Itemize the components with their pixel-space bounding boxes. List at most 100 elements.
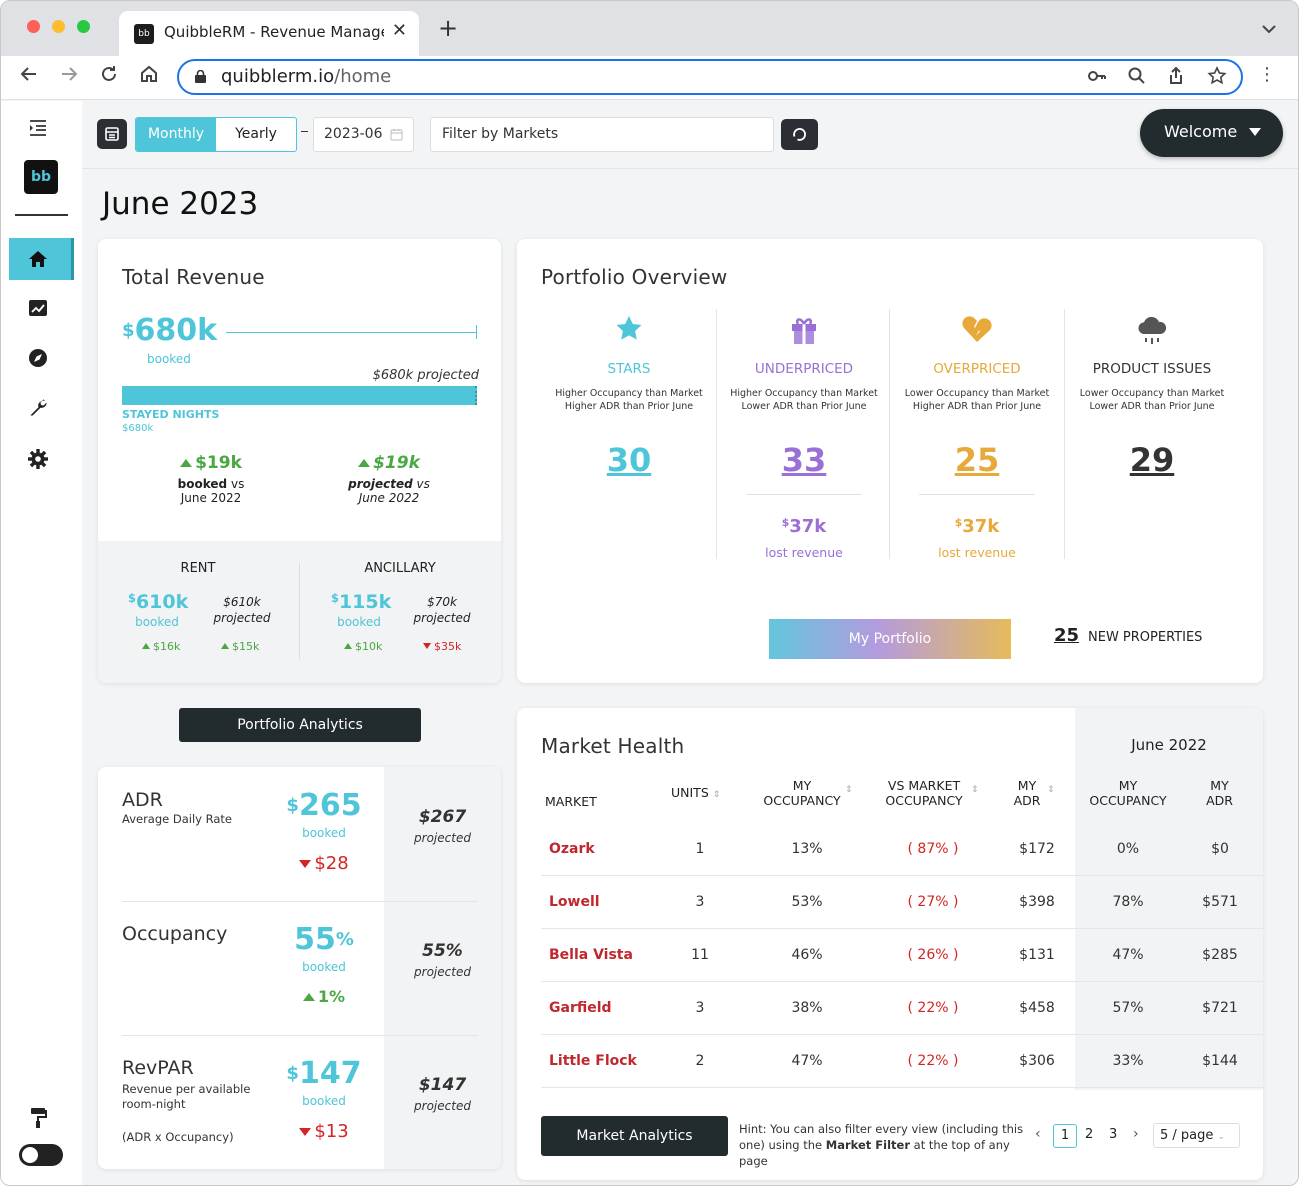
- reload-icon[interactable]: [99, 64, 119, 89]
- menu-collapse-icon[interactable]: [25, 115, 51, 141]
- col-market[interactable]: MARKET: [545, 794, 597, 809]
- close-window-button[interactable]: [27, 20, 40, 33]
- kpi-value: 55%: [294, 922, 354, 957]
- ancillary-label: ANCILLARY: [364, 561, 436, 576]
- maximize-window-button[interactable]: [77, 20, 90, 33]
- wrench-icon[interactable]: [25, 395, 51, 421]
- share-icon[interactable]: [1166, 66, 1186, 91]
- col-my-occupancy[interactable]: MY OCCUPANCY: [757, 778, 847, 808]
- cell-market[interactable]: Ozark: [549, 823, 595, 876]
- browser-menu-icon[interactable]: ⋮: [1258, 66, 1276, 84]
- refresh-button[interactable]: [781, 119, 818, 150]
- kpi-title: ADR: [122, 789, 163, 811]
- forward-icon[interactable]: [59, 64, 79, 89]
- kpi-booked-label: booked: [302, 960, 346, 974]
- cell-units: 2: [695, 1053, 705, 1069]
- segment-count[interactable]: 30: [542, 441, 716, 479]
- calendar-view-button[interactable]: [97, 119, 127, 149]
- vs-projected-block: $19k projected vs June 2022: [334, 453, 444, 505]
- rent-projected-value: $610k: [223, 595, 261, 609]
- welcome-dropdown[interactable]: Welcome: [1140, 109, 1283, 157]
- market-filter-hint: Hint: You can also filter every view (in…: [739, 1122, 1024, 1168]
- cell-units: 3: [695, 894, 705, 910]
- cell-adr: $306: [1019, 1053, 1055, 1069]
- dash-separator: [301, 131, 308, 132]
- page-3[interactable]: 3: [1109, 1127, 1117, 1142]
- kpi-projected-label: projected: [414, 965, 471, 979]
- new-properties-count[interactable]: 25: [1054, 625, 1079, 646]
- key-icon[interactable]: [1087, 66, 1107, 91]
- market-health-card: Market Health June 2022 MARKET UNITS ⇕ M…: [517, 708, 1263, 1180]
- segment-count[interactable]: 25: [890, 441, 1064, 479]
- page-1[interactable]: 1: [1053, 1124, 1077, 1148]
- col-prior-occupancy: MY OCCUPANCY: [1089, 778, 1167, 808]
- bookmark-star-icon[interactable]: [1207, 66, 1227, 91]
- refresh-icon: [793, 128, 806, 141]
- next-page-icon[interactable]: ›: [1133, 1126, 1139, 1142]
- col-my-adr[interactable]: MY ADR: [1007, 778, 1047, 808]
- home-nav-icon[interactable]: [25, 246, 51, 272]
- market-analytics-button[interactable]: Market Analytics: [541, 1116, 728, 1156]
- segment-count[interactable]: 29: [1065, 441, 1239, 479]
- portfolio-analytics-button[interactable]: Portfolio Analytics: [179, 708, 421, 742]
- my-portfolio-button[interactable]: My Portfolio: [769, 619, 1011, 659]
- segment-count[interactable]: 33: [717, 441, 891, 479]
- sort-icon[interactable]: ⇕: [845, 785, 853, 795]
- chart-line-icon[interactable]: [25, 295, 51, 321]
- revenue-breakdown: RENT $610k booked $610k projected $16k $…: [98, 541, 501, 683]
- segment-underpriced[interactable]: UNDERPRICED Higher Occupancy than Market L…: [717, 309, 891, 569]
- paint-roller-icon[interactable]: [25, 1105, 51, 1131]
- segment-stars[interactable]: STARS Higher Occupancy than Market Higher …: [542, 309, 716, 569]
- table-row[interactable]: Lowell 3 53% ( 27% ) $398 78% $571: [541, 876, 1263, 929]
- col-units[interactable]: UNITS ⇕: [671, 785, 720, 800]
- tab-search-chevron-icon[interactable]: [1262, 23, 1276, 37]
- back-icon[interactable]: [19, 64, 39, 89]
- segment-issues[interactable]: PRODUCT ISSUES Lower Occupancy than Marke…: [1065, 309, 1239, 569]
- segment-desc-2: Lower ADR than Prior June: [1089, 401, 1215, 412]
- home-icon[interactable]: [139, 64, 159, 89]
- table-row[interactable]: Ozark 1 13% ( 87% ) $172 0% $0: [541, 823, 1263, 876]
- cell-market[interactable]: Bella Vista: [549, 929, 633, 982]
- new-tab-icon[interactable]: +: [438, 16, 458, 40]
- tab-monthly[interactable]: Monthly: [136, 118, 216, 151]
- compass-icon[interactable]: [25, 345, 51, 371]
- address-bar[interactable]: quibblerm.io/home: [177, 59, 1243, 95]
- table-row[interactable]: Little Flock 2 47% ( 22% ) $306 33% $144: [541, 1035, 1263, 1088]
- segment-label: PRODUCT ISSUES: [1092, 361, 1212, 377]
- app-logo[interactable]: bb: [24, 160, 58, 194]
- browser-window: bb QuibbleRM - Revenue Manager ✕ + quibb…: [0, 0, 1299, 1186]
- total-projected-label: $680k projected: [372, 368, 479, 383]
- table-row[interactable]: Garfield 3 38% ( 22% ) $458 57% $721: [541, 982, 1263, 1035]
- close-tab-icon[interactable]: ✕: [392, 20, 407, 41]
- cell-market[interactable]: Lowell: [549, 876, 600, 929]
- tab-yearly[interactable]: Yearly: [216, 118, 296, 151]
- kpi-booked-label: booked: [302, 1094, 346, 1108]
- segment-lost-value: $37k: [781, 516, 827, 537]
- sort-icon[interactable]: ⇕: [971, 785, 979, 795]
- kpi-extra: (ADR x Occupancy): [122, 1130, 234, 1144]
- month-picker[interactable]: 2023-06: [313, 117, 414, 152]
- kpi-booked-label: booked: [302, 826, 346, 840]
- prev-page-icon[interactable]: ‹: [1035, 1126, 1041, 1142]
- down-triangle-icon: [299, 1128, 312, 1136]
- col-vs-market[interactable]: VS MARKET OCCUPANCY: [879, 778, 969, 808]
- minimize-window-button[interactable]: [52, 20, 65, 33]
- settings-gear-icon[interactable]: [25, 446, 51, 472]
- vs-booked-period: June 2022: [180, 491, 242, 505]
- sort-icon[interactable]: ⇕: [713, 790, 721, 800]
- page-2[interactable]: 2: [1085, 1127, 1093, 1142]
- ancillary-delta-booked: $10k: [355, 640, 383, 653]
- cell-market[interactable]: Little Flock: [549, 1035, 637, 1088]
- stayed-nights-value: $680k: [122, 423, 154, 434]
- cell-market[interactable]: Garfield: [549, 982, 612, 1035]
- rent-booked-label: booked: [135, 615, 179, 629]
- sort-icon[interactable]: ⇕: [1047, 785, 1055, 795]
- theme-toggle[interactable]: [19, 1144, 63, 1166]
- page-size-select[interactable]: 5 / page ⌄: [1153, 1123, 1240, 1148]
- segment-overpriced[interactable]: OVERPRICED Lower Occupancy than Market Hig…: [890, 309, 1064, 569]
- stayed-nights-label: STAYED NIGHTS: [122, 408, 220, 421]
- market-filter-input[interactable]: Filter by Markets: [430, 117, 774, 152]
- zoom-icon[interactable]: [1127, 66, 1147, 91]
- table-row[interactable]: Bella Vista 11 46% ( 26% ) $131 47% $285: [541, 929, 1263, 982]
- browser-tab[interactable]: bb QuibbleRM - Revenue Manager ✕: [119, 11, 419, 56]
